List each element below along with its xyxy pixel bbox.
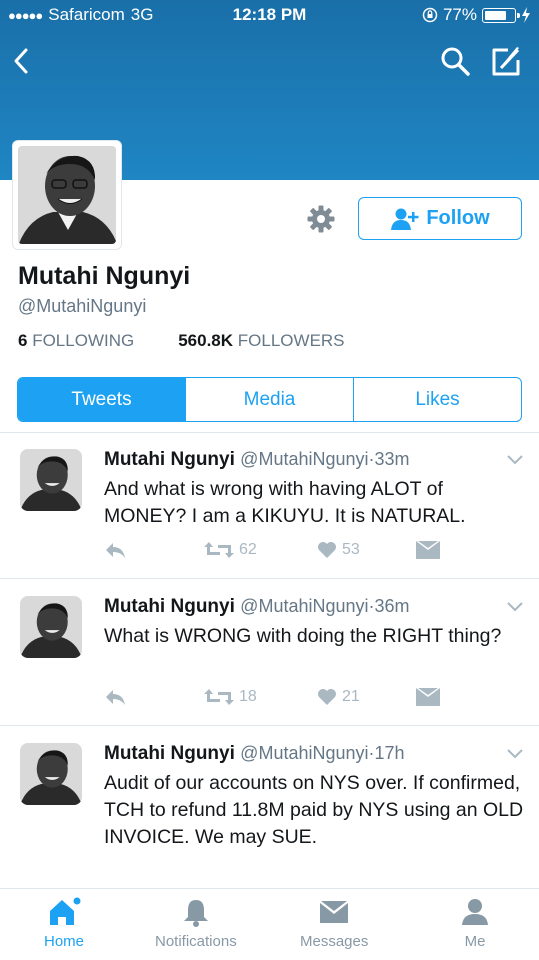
tweet-author-name[interactable]: Mutahi Ngunyi — [104, 596, 235, 617]
tweet-item[interactable]: Mutahi Ngunyi @MutahiNgunyi·33m And what… — [0, 449, 539, 577]
tweet-item[interactable]: Mutahi Ngunyi @MutahiNgunyi·36m What is … — [0, 596, 539, 724]
status-bar: ●●●●● Safaricom 3G 12:18 PM 77% — [0, 0, 539, 30]
followers-label: FOLLOWERS — [237, 331, 345, 350]
add-user-icon — [391, 208, 419, 230]
tweet-item[interactable]: Mutahi Ngunyi @MutahiNgunyi·17h Audit of… — [0, 743, 539, 888]
reply-button[interactable] — [104, 688, 126, 706]
tweet-author-name[interactable]: Mutahi Ngunyi — [104, 743, 235, 764]
tab-notifications[interactable]: Notifications — [155, 897, 237, 950]
tab-messages-label: Messages — [300, 933, 369, 950]
profile-stats: 6 FOLLOWING 560.8K FOLLOWERS — [18, 331, 345, 351]
avatar-photo — [18, 146, 116, 244]
tweet-actions: 18 21 — [104, 688, 504, 712]
tab-likes[interactable]: Likes — [354, 378, 521, 421]
tweet-author-handle: @MutahiNgunyi — [240, 596, 369, 616]
profile-tabs: Tweets Media Likes — [17, 377, 522, 422]
tweet-author-handle: @MutahiNgunyi — [240, 743, 369, 763]
follow-label: Follow — [426, 207, 490, 229]
bottom-tab-bar: Home Notifications Messages Me — [0, 888, 539, 960]
like-count: 21 — [342, 688, 360, 705]
tweet-time: 33m — [374, 449, 410, 469]
like-button[interactable]: 21 — [317, 688, 360, 706]
chevron-down-icon[interactable] — [506, 747, 524, 761]
divider — [0, 725, 539, 726]
back-chevron-icon[interactable] — [8, 44, 38, 78]
tweet-author-name[interactable]: Mutahi Ngunyi — [104, 449, 235, 470]
following-stat[interactable]: 6 FOLLOWING — [18, 331, 134, 351]
tab-me-label: Me — [464, 933, 486, 950]
profile-avatar[interactable] — [12, 140, 122, 250]
follow-button[interactable]: Follow — [358, 197, 522, 240]
retweet-icon — [204, 542, 234, 558]
tweet-avatar[interactable] — [20, 449, 82, 511]
tweet-time: 36m — [374, 596, 410, 616]
like-button[interactable]: 53 — [317, 541, 360, 559]
reply-button[interactable] — [104, 541, 126, 559]
gear-icon[interactable] — [306, 204, 336, 234]
tab-home-label: Home — [44, 933, 85, 950]
retweet-button[interactable]: 18 — [204, 688, 257, 706]
profile-name: Mutahi Ngunyi — [18, 262, 191, 290]
direct-message-button[interactable] — [416, 541, 440, 559]
divider — [0, 432, 539, 433]
divider — [0, 578, 539, 579]
tab-notifications-label: Notifications — [155, 933, 237, 950]
followers-stat[interactable]: 560.8K FOLLOWERS — [178, 331, 344, 351]
retweet-button[interactable]: 62 — [204, 541, 257, 559]
charging-icon — [522, 7, 530, 23]
retweet-icon — [204, 689, 234, 705]
chevron-down-icon[interactable] — [506, 600, 524, 614]
battery-percent: 77% — [442, 5, 477, 24]
home-icon — [50, 897, 81, 925]
battery-icon — [482, 7, 520, 23]
tab-me[interactable]: Me — [460, 897, 490, 950]
following-label: FOLLOWING — [32, 331, 135, 350]
bell-icon — [183, 900, 208, 927]
heart-icon — [318, 542, 336, 558]
retweet-count: 18 — [239, 688, 257, 705]
retweet-count: 62 — [239, 541, 257, 558]
followers-count: 560.8K — [178, 331, 234, 350]
tweet-actions: 62 53 — [104, 541, 504, 565]
like-count: 53 — [342, 541, 360, 558]
tweet-text: Audit of our accounts on NYS over. If co… — [104, 772, 524, 848]
tweet-text: And what is wrong with having ALOT of MO… — [104, 478, 466, 527]
reply-icon — [106, 543, 125, 558]
rotation-lock-icon — [422, 7, 438, 23]
direct-message-button[interactable] — [416, 688, 440, 706]
envelope-icon — [320, 901, 349, 923]
heart-icon — [318, 689, 336, 705]
envelope-icon — [416, 541, 440, 559]
tweet-time: 17h — [374, 743, 405, 763]
compose-icon[interactable] — [488, 44, 524, 80]
tweet-text: What is WRONG with doing the RIGHT thing… — [104, 625, 502, 647]
tweet-avatar[interactable] — [20, 596, 82, 658]
person-icon — [462, 899, 488, 925]
tab-media[interactable]: Media — [186, 378, 354, 421]
profile-handle: @MutahiNgunyi — [18, 296, 147, 316]
tab-messages[interactable]: Messages — [300, 897, 368, 950]
search-icon[interactable] — [438, 44, 472, 78]
chevron-down-icon[interactable] — [506, 453, 524, 467]
following-count: 6 — [18, 331, 28, 350]
tab-tweets[interactable]: Tweets — [18, 378, 186, 421]
tweet-avatar[interactable] — [20, 743, 82, 805]
envelope-icon — [416, 688, 440, 706]
tab-home[interactable]: Home — [44, 897, 84, 950]
reply-icon — [106, 690, 125, 705]
tweet-author-handle: @MutahiNgunyi — [240, 449, 369, 469]
